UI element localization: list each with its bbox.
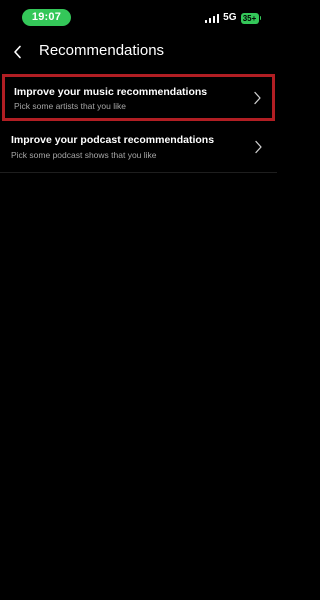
list-item-music-recommendations[interactable]: Improve your music recommendations Pick … (2, 74, 275, 121)
page-title: Recommendations (39, 42, 165, 59)
item-subtitle: Pick some podcast shows that you like (11, 150, 157, 160)
status-bar: 19:07 5G 35+ (0, 0, 277, 34)
divider (0, 172, 277, 173)
item-title: Improve your music recommendations (14, 86, 208, 98)
battery-level: 35+ (240, 12, 259, 24)
signal-icon (204, 13, 220, 23)
status-indicators: 5G 35+ (204, 11, 261, 25)
recommendations-list: Improve your music recommendations Pick … (0, 74, 277, 173)
item-subtitle: Pick some artists that you like (14, 101, 126, 111)
battery-icon: 35+ (240, 12, 261, 24)
header: Recommendations (0, 36, 277, 70)
status-time: 19:07 (22, 9, 71, 26)
chevron-right-icon (254, 91, 261, 105)
item-title: Improve your podcast recommendations (11, 134, 215, 146)
network-label: 5G (223, 12, 237, 23)
list-item-podcast-recommendations[interactable]: Improve your podcast recommendations Pic… (0, 124, 277, 173)
chevron-right-icon (255, 140, 262, 154)
chevron-left-icon (14, 45, 21, 59)
back-button[interactable] (6, 40, 30, 64)
